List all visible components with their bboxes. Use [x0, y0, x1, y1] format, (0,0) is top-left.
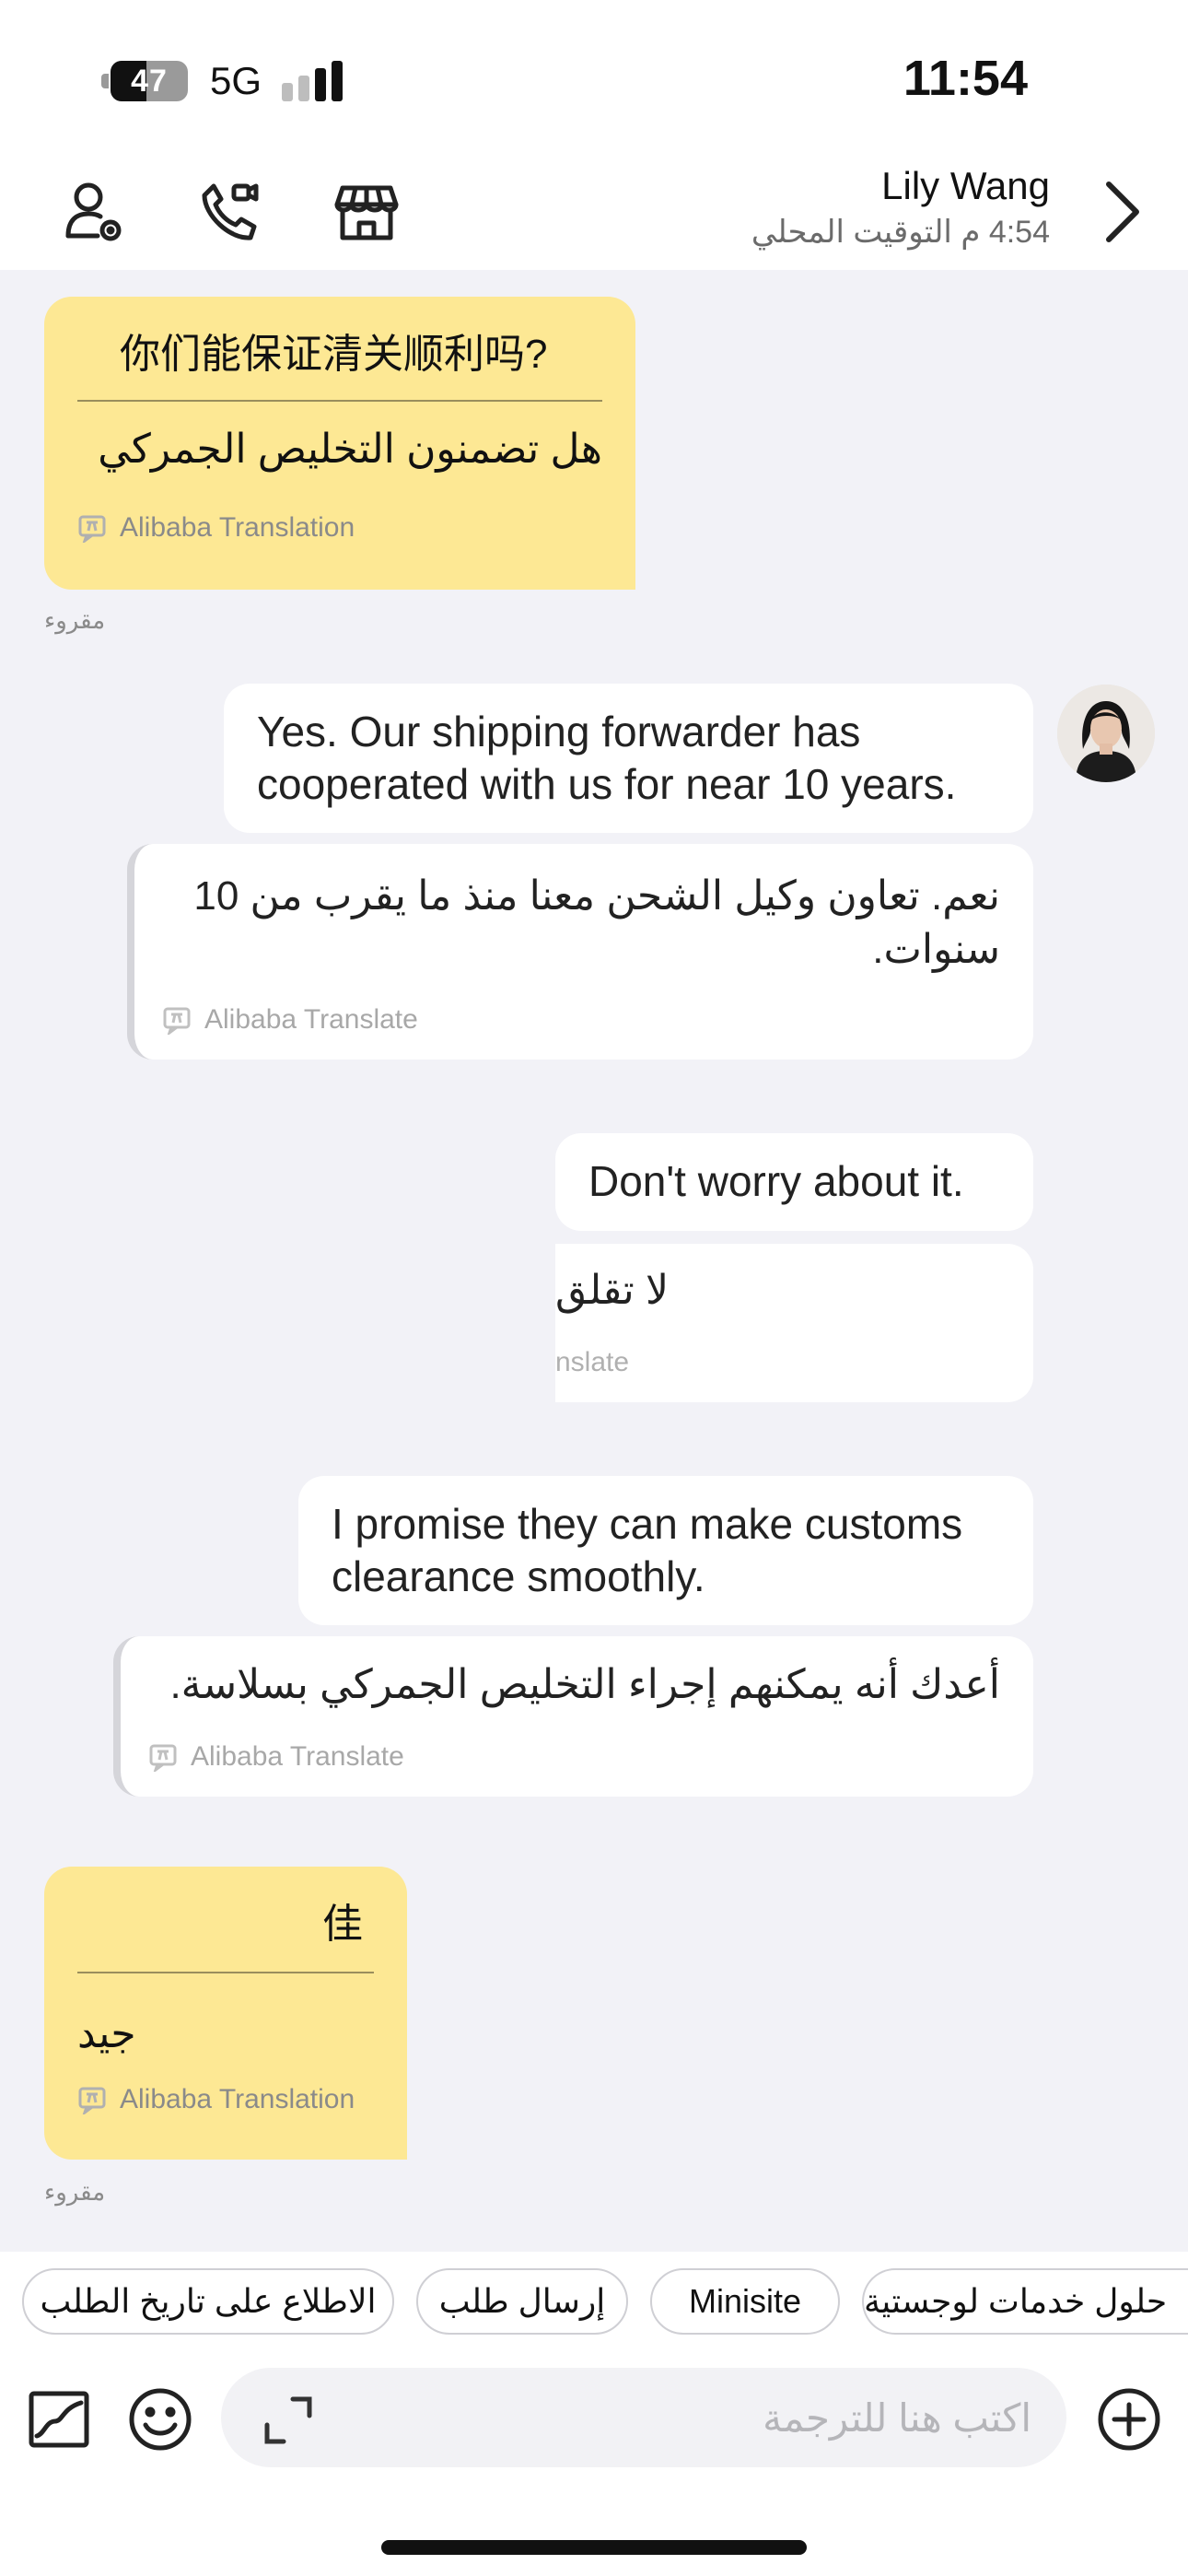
translation-credit: nslate — [555, 1347, 629, 1378]
message-translation-box[interactable]: نعم. تعاون وكيل الشحن معنا منذ ما يقرب م… — [127, 844, 1033, 1060]
translation-credit-label: Alibaba Translate — [204, 1004, 418, 1035]
translation-credit-label: Alibaba Translate — [191, 1741, 404, 1772]
status-time: 11:54 — [903, 51, 1028, 106]
avatar-image — [1057, 685, 1155, 782]
message-translation-text: نعم. تعاون وكيل الشحن معنا منذ ما يقرب م… — [193, 873, 1000, 972]
translation-credit-label: Alibaba Translation — [120, 2084, 355, 2114]
translation-credit: Alibaba Translate — [148, 1741, 404, 1773]
message-text: Don't worry about it. — [588, 1157, 964, 1205]
quick-reply-logistics-solutions[interactable]: حلول خدمات لوجستية — [862, 2268, 1188, 2335]
video-call-icon[interactable] — [193, 175, 267, 249]
battery-tip — [101, 74, 109, 88]
translation-credit-label: nslate — [555, 1347, 630, 1377]
incoming-message-bubble[interactable]: 你们能保证清关顺利吗? هل تضمنون التخليص الجمركي Al… — [44, 297, 635, 590]
read-status: مقروء — [44, 606, 106, 634]
home-indicator — [381, 2540, 807, 2555]
image-icon[interactable] — [28, 2388, 90, 2451]
message-text: Yes. Our shipping forwarder has cooperat… — [257, 708, 957, 808]
message-divider — [77, 400, 602, 402]
message-translation-box[interactable]: لا تقلق nslate — [555, 1244, 1033, 1402]
message-input-placeholder: اكتب هنا للترجمة — [763, 2396, 1031, 2440]
message-translation-text: جيد — [77, 2011, 136, 2056]
translation-credit: Alibaba Translation — [77, 2084, 355, 2115]
outgoing-message-bubble[interactable]: Don't worry about it. — [555, 1133, 1033, 1231]
translate-icon — [163, 1007, 191, 1035]
translate-icon — [78, 515, 106, 543]
translation-credit: Alibaba Translate — [162, 1004, 418, 1036]
message-divider — [77, 1972, 374, 1973]
read-status: مقروء — [44, 2178, 106, 2206]
store-icon[interactable] — [330, 175, 403, 249]
signal-strength-icon — [282, 61, 348, 101]
message-original-text: 你们能保证清关顺利吗? — [120, 332, 548, 377]
network-type: 5G — [210, 59, 262, 102]
message-translation-box[interactable]: أعدك أنه يمكنهم إجراء التخليص الجمركي بس… — [113, 1636, 1033, 1797]
add-icon[interactable] — [1096, 2386, 1162, 2453]
message-text: I promise they can make customs clearanc… — [332, 1500, 963, 1600]
quick-reply-minisite[interactable]: Minisite — [650, 2268, 840, 2335]
incoming-message-bubble[interactable]: 佳 جيد Alibaba Translation — [44, 1867, 407, 2160]
contact-name[interactable]: Lily Wang — [881, 164, 1050, 208]
battery-indicator: 47 — [111, 61, 188, 101]
translate-icon — [149, 1744, 177, 1772]
translation-credit-label: Alibaba Translation — [120, 512, 355, 543]
message-original-text: 佳 — [322, 1902, 363, 1947]
contact-local-time: 4:54 م التوقيت المحلي — [751, 215, 1050, 250]
contact-profile-icon[interactable] — [57, 175, 131, 249]
avatar[interactable] — [1057, 685, 1155, 782]
quick-reply-order-history[interactable]: الاطلاع على تاريخ الطلب — [22, 2268, 394, 2335]
translation-credit: Alibaba Translation — [77, 512, 355, 544]
outgoing-message-bubble[interactable]: Yes. Our shipping forwarder has cooperat… — [224, 684, 1033, 833]
translate-icon — [78, 2087, 106, 2114]
emoji-icon[interactable] — [127, 2386, 193, 2453]
quick-reply-send-order[interactable]: إرسال طلب — [416, 2268, 628, 2335]
chevron-right-icon[interactable] — [1100, 175, 1146, 249]
expand-icon[interactable] — [263, 2395, 313, 2445]
message-translation-text: لا تقلق — [555, 1268, 670, 1313]
outgoing-message-bubble[interactable]: I promise they can make customs clearanc… — [298, 1476, 1033, 1625]
battery-percent: 47 — [131, 64, 168, 99]
message-translation-text: أعدك أنه يمكنهم إجراء التخليص الجمركي بس… — [169, 1662, 1000, 1707]
message-translation-text: هل تضمنون التخليص الجمركي — [98, 427, 602, 472]
